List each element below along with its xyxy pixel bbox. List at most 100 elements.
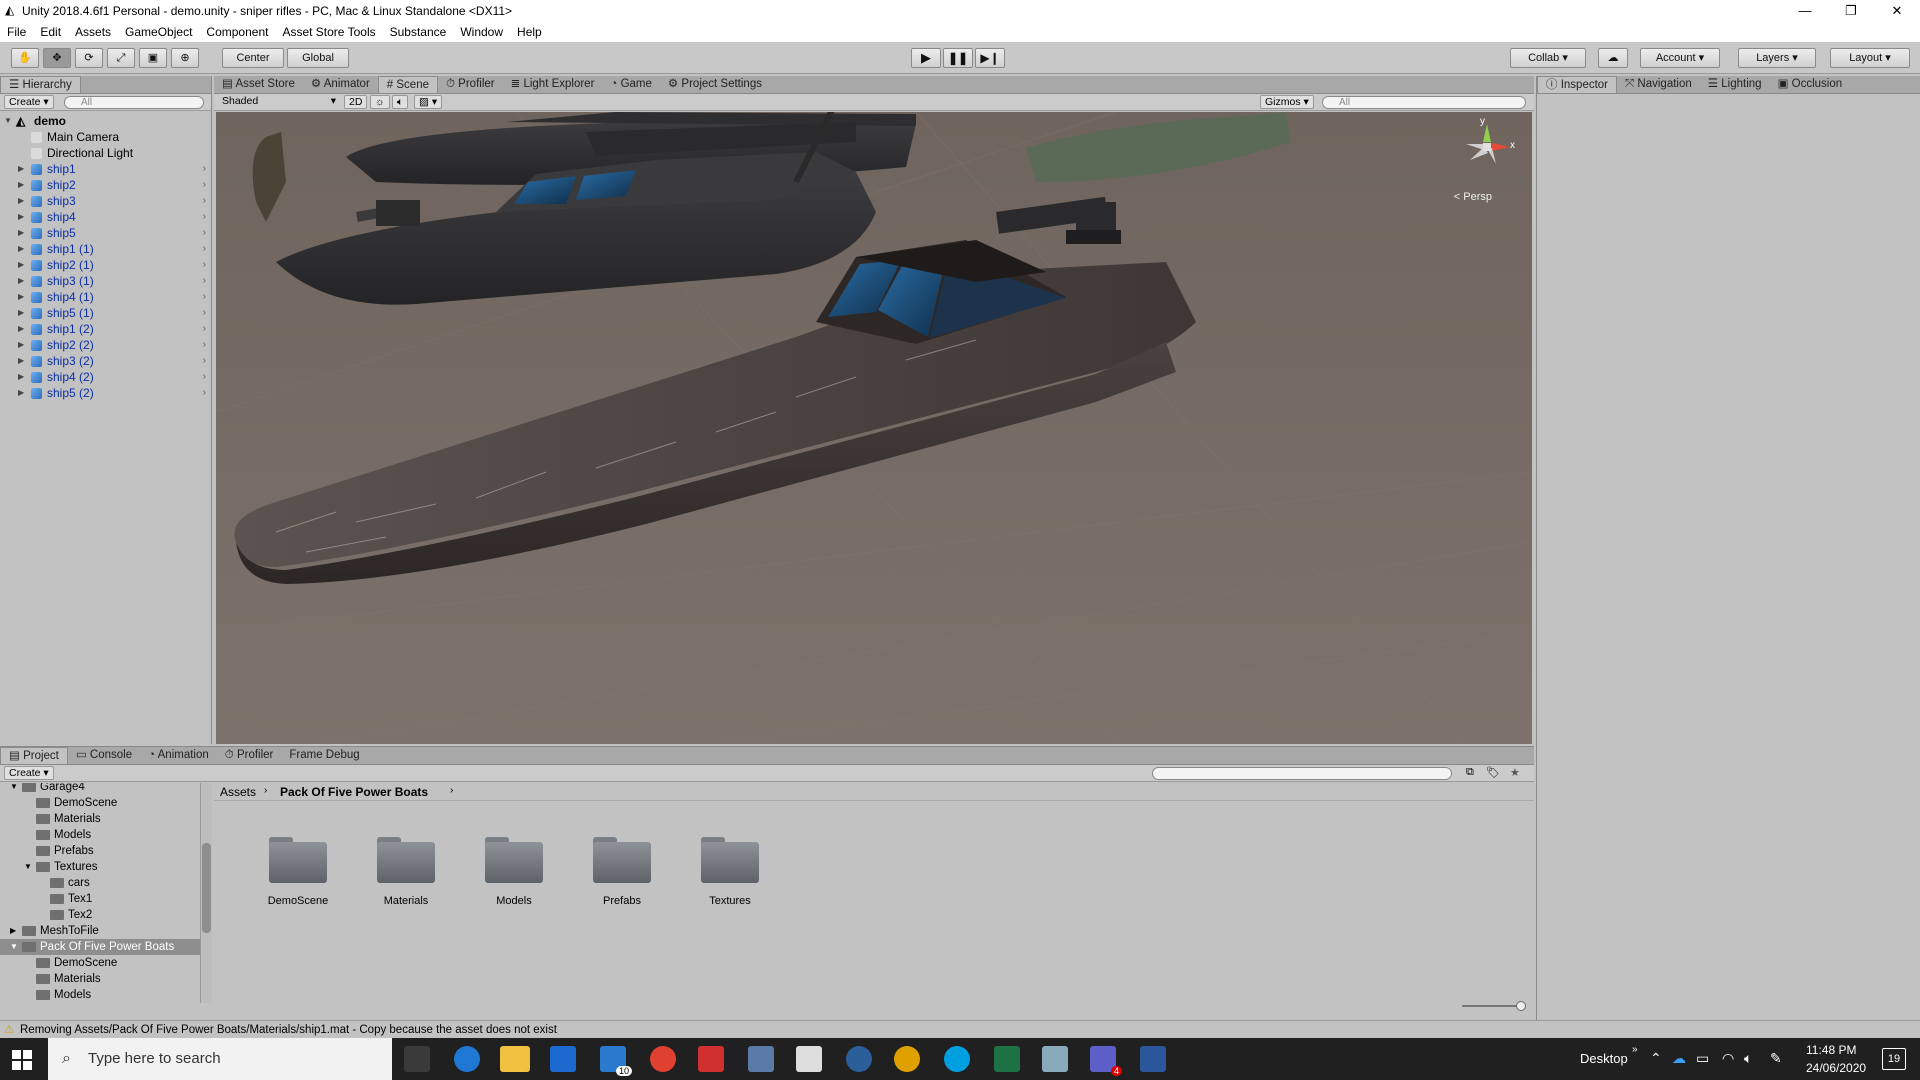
hierarchy-create-button[interactable]: Create ▾ <box>4 95 54 109</box>
cinema4d-icon[interactable] <box>846 1046 872 1072</box>
tree-scrollbar[interactable] <box>200 783 212 1003</box>
notes-icon[interactable] <box>1042 1046 1068 1072</box>
layers-dropdown[interactable]: Layers ▾ <box>1738 48 1816 68</box>
tab-asset-store[interactable]: ▤ Asset Store <box>214 76 303 93</box>
project-tree-item[interactable]: Materials <box>0 811 200 827</box>
pen-icon[interactable]: ✎ <box>1770 1050 1782 1067</box>
volume-icon[interactable]: 🔈︎ <box>1744 1050 1752 1067</box>
gizmos-dropdown[interactable]: Gizmos ▾ <box>1260 95 1314 109</box>
favorite-star-icon[interactable]: ★ <box>1510 766 1520 779</box>
asset-folder[interactable]: Models <box>464 803 564 913</box>
lighting-toggle-icon[interactable]: ☼ <box>370 95 390 109</box>
expand-arrow-icon[interactable]: ▶ <box>18 241 24 257</box>
asset-folder[interactable]: Prefabs <box>572 803 672 913</box>
scene-orientation-gizmo[interactable]: y x <box>1460 116 1515 174</box>
effects-toggle-icon[interactable]: ▨ ▾ <box>414 95 443 109</box>
unity-taskbar-icon[interactable] <box>796 1046 822 1072</box>
pause-button[interactable]: ❚❚ <box>943 48 973 68</box>
zoom-slider[interactable] <box>1462 1001 1526 1011</box>
hierarchy-item[interactable]: ▶ ship3 (1) › <box>0 273 210 289</box>
file-explorer-icon[interactable] <box>500 1046 530 1072</box>
play-button[interactable]: ▶ <box>911 48 941 68</box>
pivot-center-button[interactable]: Center <box>222 48 284 68</box>
hierarchy-item[interactable]: ▶ ship2 (2) › <box>0 337 210 353</box>
desktop-toolbar-label[interactable]: Desktop <box>1580 1051 1628 1066</box>
cloud-icon[interactable]: ☁ <box>1598 48 1628 68</box>
rotate-tool-icon[interactable]: ⟳ <box>75 48 103 68</box>
account-dropdown[interactable]: Account ▾ <box>1640 48 1720 68</box>
hierarchy-item[interactable]: ▶ ship5 (1) › <box>0 305 210 321</box>
edge-icon[interactable] <box>454 1046 480 1072</box>
project-tree-item[interactable]: Models <box>0 827 200 843</box>
tab-profiler[interactable]: ⏱ Profiler <box>438 76 503 93</box>
project-create-button[interactable]: Create ▾ <box>4 766 54 780</box>
tab-inspector[interactable]: ⓘ Inspector <box>1537 76 1618 93</box>
expand-arrow-icon[interactable]: ▶ <box>18 257 24 273</box>
chevron-right-icon[interactable]: » <box>1632 1044 1638 1055</box>
tab-project[interactable]: ▤ Project <box>0 747 68 764</box>
menu-assets[interactable]: Assets <box>68 25 118 39</box>
menu-asset-store-tools[interactable]: Asset Store Tools <box>275 25 382 39</box>
transform-tool-icon[interactable]: ⊕ <box>171 48 199 68</box>
tab-profiler[interactable]: ⏱ Profiler <box>217 747 282 764</box>
tab-game[interactable]: ◔ Game <box>602 76 659 93</box>
chevron-right-icon[interactable]: › <box>203 385 206 401</box>
hierarchy-item[interactable]: ▶ ship1 › <box>0 161 210 177</box>
tree-scroll-thumb[interactable] <box>202 843 211 933</box>
project-tree-item[interactable]: ▼ Textures <box>0 859 200 875</box>
hierarchy-item[interactable]: Main Camera <box>0 129 210 145</box>
project-tree-item[interactable]: DemoScene <box>0 955 200 971</box>
expand-arrow-icon[interactable]: ▶ <box>18 209 24 225</box>
menu-substance[interactable]: Substance <box>383 25 454 39</box>
word-icon[interactable] <box>1140 1046 1166 1072</box>
app-window-icon[interactable] <box>748 1046 774 1072</box>
project-tree-item[interactable]: ▼ Pack Of Five Power Boats <box>0 939 200 955</box>
expand-arrow-icon[interactable]: ▶ <box>18 385 24 401</box>
skype-icon[interactable] <box>944 1046 970 1072</box>
hierarchy-item[interactable]: ▶ ship3 › <box>0 193 210 209</box>
hierarchy-item[interactable]: ▶ ship1 (2) › <box>0 321 210 337</box>
scene-root-row[interactable]: ▼ ◭ demo <box>0 113 210 129</box>
menu-component[interactable]: Component <box>199 25 275 39</box>
collapse-arrow-icon[interactable]: ▼ <box>4 113 12 129</box>
hand-tool-icon[interactable]: ✋ <box>11 48 39 68</box>
chevron-right-icon[interactable]: › <box>203 257 206 273</box>
mail-icon[interactable]: 10 <box>600 1046 632 1076</box>
hierarchy-item[interactable]: ▶ ship2 › <box>0 177 210 193</box>
tab-hierarchy[interactable]: ☰ Hierarchy <box>0 76 81 93</box>
expand-arrow-icon[interactable]: ▶ <box>18 353 24 369</box>
chevron-right-icon[interactable]: › <box>203 177 206 193</box>
close-button[interactable]: ✕ <box>1874 0 1920 22</box>
project-tree-item[interactable]: ▶ MeshToFile <box>0 923 200 939</box>
expand-arrow-icon[interactable]: ▶ <box>18 337 24 353</box>
expand-arrow-icon[interactable]: ▶ <box>18 369 24 385</box>
status-bar[interactable]: ⚠ Removing Assets/Pack Of Five Power Boa… <box>0 1020 1920 1038</box>
chevron-right-icon[interactable]: › <box>203 273 206 289</box>
tab-console[interactable]: ▭ Console <box>68 747 140 764</box>
expand-arrow-icon[interactable]: ▶ <box>18 193 24 209</box>
menu-help[interactable]: Help <box>510 25 549 39</box>
store-icon[interactable] <box>550 1046 576 1072</box>
project-tree-item[interactable]: DemoScene <box>0 795 200 811</box>
onedrive-icon[interactable]: ☁ <box>1672 1050 1686 1067</box>
teams-icon[interactable]: 4 <box>1090 1046 1122 1076</box>
task-view-icon[interactable] <box>404 1046 430 1072</box>
move-tool-icon[interactable]: ✥ <box>43 48 71 68</box>
project-tree-item[interactable]: Models <box>0 987 200 1003</box>
hierarchy-item[interactable]: ▶ ship1 (1) › <box>0 241 210 257</box>
chevron-right-icon[interactable]: › <box>203 337 206 353</box>
tab-animator[interactable]: ⚙ Animator <box>303 76 378 93</box>
hierarchy-item[interactable]: ▶ ship2 (1) › <box>0 257 210 273</box>
scene-search-input[interactable]: All <box>1322 96 1526 109</box>
minimize-button[interactable]: — <box>1782 0 1828 22</box>
tab-scene[interactable]: # Scene <box>377 76 438 93</box>
menu-window[interactable]: Window <box>453 25 510 39</box>
wifi-icon[interactable]: ◠ <box>1722 1050 1734 1067</box>
project-tree-item[interactable]: Tex2 <box>0 907 200 923</box>
project-tree-item[interactable]: Materials <box>0 971 200 987</box>
scale-tool-icon[interactable]: ⤢ <box>107 48 135 68</box>
step-button[interactable]: ▶❙ <box>975 48 1005 68</box>
chevron-right-icon[interactable]: › <box>203 209 206 225</box>
hierarchy-item[interactable]: Directional Light <box>0 145 210 161</box>
hierarchy-item[interactable]: ▶ ship4 › <box>0 209 210 225</box>
